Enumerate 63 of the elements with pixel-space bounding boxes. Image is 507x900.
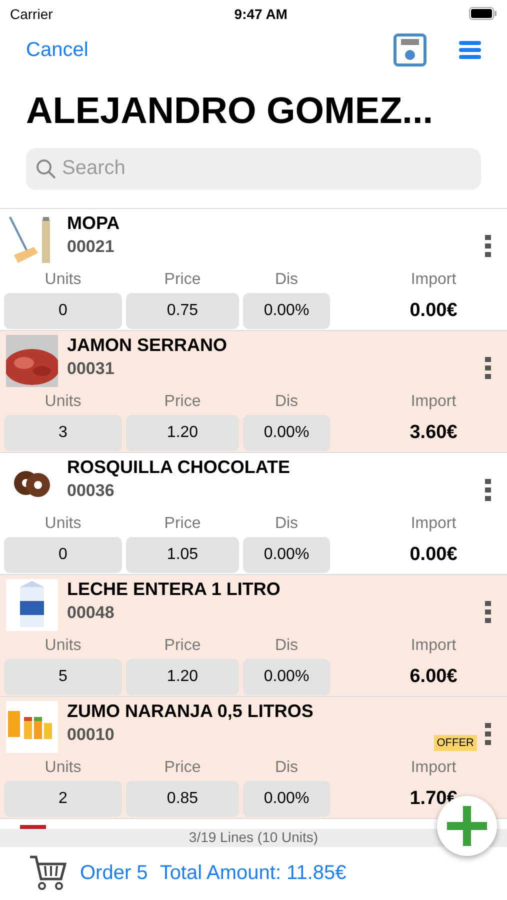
- total-amount: Total Amount: 11.85€: [160, 862, 346, 885]
- import-amount: 3.60€: [408, 420, 458, 445]
- product-code: 00036: [67, 480, 116, 501]
- search-icon: [36, 158, 56, 179]
- carrier-label: Carrier: [10, 6, 53, 22]
- price-field[interactable]: 0.75: [126, 292, 239, 329]
- discount-label: Dis: [274, 758, 300, 778]
- units-label: Units: [44, 758, 82, 778]
- product-code: 00048: [67, 602, 116, 623]
- discount-label: Dis: [274, 392, 300, 412]
- import-amount: 6.00€: [408, 664, 458, 689]
- clock: 9:47 AM: [234, 6, 288, 22]
- price-field[interactable]: 1.20: [126, 658, 239, 695]
- price-field[interactable]: 0.85: [126, 780, 239, 817]
- import-label: Import: [410, 270, 458, 290]
- product-name: ROSQUILLA CHOCOLATE: [67, 456, 291, 478]
- discount-label: Dis: [274, 636, 300, 656]
- discount-field[interactable]: 0.00%: [243, 536, 330, 573]
- discount-field[interactable]: 0.00%: [243, 658, 330, 695]
- discount-field[interactable]: 0.00%: [243, 414, 330, 451]
- price-label: Price: [163, 636, 202, 656]
- import-label: Import: [410, 758, 458, 778]
- units-label: Units: [44, 514, 82, 534]
- cart-icon[interactable]: [28, 854, 68, 892]
- save-icon[interactable]: [393, 33, 427, 68]
- plus-icon: [447, 806, 487, 846]
- discount-field[interactable]: 0.00%: [243, 292, 330, 329]
- battery-icon: [468, 7, 497, 20]
- discount-label: Dis: [274, 514, 300, 534]
- order-number[interactable]: Order 5: [80, 862, 148, 885]
- product-code: 00010: [67, 724, 116, 745]
- price-label: Price: [163, 514, 202, 534]
- product-name: JAMON SERRANO: [67, 334, 228, 356]
- price-field[interactable]: 1.05: [126, 536, 239, 573]
- product-code: 00021: [67, 236, 116, 257]
- price-label: Price: [163, 392, 202, 412]
- menu-icon[interactable]: [459, 40, 481, 60]
- discount-label: Dis: [274, 270, 300, 290]
- import-label: Import: [410, 636, 458, 656]
- product-code: 00031: [67, 358, 116, 379]
- units-label: Units: [44, 392, 82, 412]
- import-amount: 0.00€: [408, 298, 458, 323]
- product-name: MOPA: [67, 212, 121, 234]
- cancel-link[interactable]: Cancel: [26, 38, 361, 62]
- units-label: Units: [44, 636, 82, 656]
- price-label: Price: [163, 270, 202, 290]
- search-field[interactable]: Search: [26, 148, 481, 190]
- page-title: ALEJANDRO GOMEZ...: [26, 88, 434, 133]
- import-amount: 0.00€: [408, 542, 458, 567]
- units-field[interactable]: 3: [4, 414, 122, 451]
- product-name: ZUMO NARANJA 0,5 LITROS: [67, 700, 314, 722]
- import-label: Import: [410, 392, 458, 412]
- units-field[interactable]: 2: [4, 780, 122, 817]
- units-field[interactable]: 5: [4, 658, 122, 695]
- units-field[interactable]: 0: [4, 536, 122, 573]
- product-name: LECHE ENTERA 1 LITRO: [67, 578, 282, 600]
- discount-field[interactable]: 0.00%: [243, 780, 330, 817]
- price-label: Price: [163, 758, 202, 778]
- import-label: Import: [410, 514, 458, 534]
- units-field[interactable]: 0: [4, 292, 122, 329]
- units-label: Units: [44, 270, 82, 290]
- price-field[interactable]: 1.20: [126, 414, 239, 451]
- offer-badge: OFFER: [434, 734, 477, 751]
